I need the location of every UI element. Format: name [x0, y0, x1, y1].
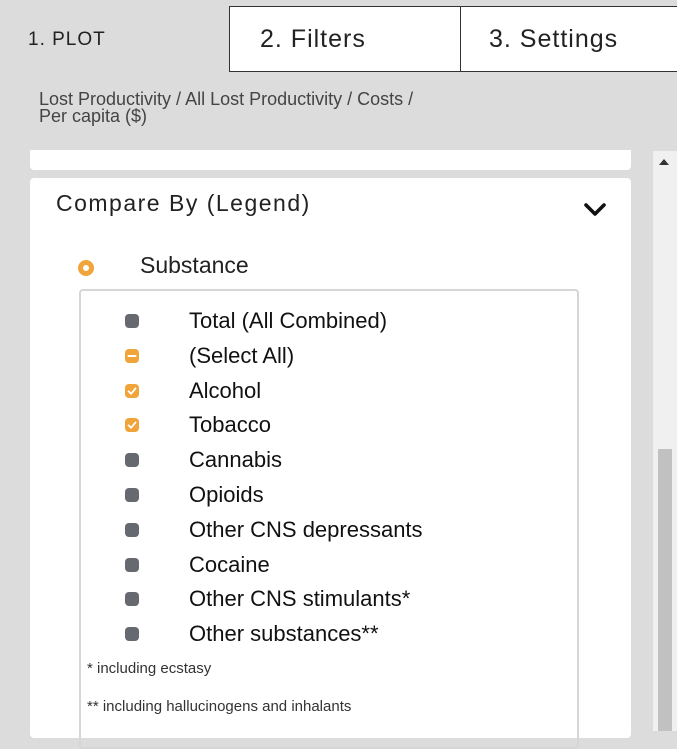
tab-settings-label: 3. Settings: [489, 24, 619, 53]
footnote-ecstasy: * including ecstasy: [87, 660, 212, 677]
footnote-hallucinogens: ** including hallucinogens and inhalants: [87, 698, 352, 715]
checkbox-unchecked-icon[interactable]: [125, 522, 139, 537]
checkbox-item[interactable]: Cannabis: [125, 444, 282, 476]
breadcrumb-line-2: Per capita ($): [39, 106, 148, 126]
checkbox-label: Opioids: [189, 482, 264, 507]
checkbox-label: Total (All Combined): [189, 308, 388, 333]
checkbox-partial-icon[interactable]: [125, 348, 139, 363]
checkbox-unchecked-icon[interactable]: [125, 453, 139, 468]
checkbox-item[interactable]: Opioids: [125, 479, 264, 511]
panel-title: Compare By (Legend): [56, 190, 311, 216]
collapsed-panel: [30, 150, 631, 170]
checkbox-checked-icon[interactable]: [125, 383, 139, 398]
breadcrumb: Lost Productivity / All Lost Productivit…: [39, 90, 599, 126]
tab-divider: [229, 71, 677, 72]
tab-settings[interactable]: 3. Settings: [460, 6, 677, 72]
radio-substance[interactable]: Substance: [78, 252, 249, 279]
tab-filters-label: 2. Filters: [260, 24, 366, 53]
checkbox-label: (Select All): [189, 342, 295, 368]
chevron-down-icon[interactable]: [583, 200, 607, 220]
checkbox-unchecked-icon[interactable]: [125, 592, 139, 607]
checkbox-item[interactable]: Other CNS stimulants*: [125, 583, 410, 615]
checkbox-item[interactable]: Total (All Combined): [125, 305, 387, 337]
checkbox-unchecked-icon[interactable]: [125, 627, 139, 642]
tab-bar: 1. PLOT 2. Filters 3. Settings: [0, 0, 677, 72]
substance-list: * including ecstasy ** including halluci…: [79, 289, 579, 749]
radio-substance-label: Substance: [140, 252, 249, 278]
checkbox-label: Other CNS depressants: [189, 516, 423, 542]
checkbox-item[interactable]: Cocaine: [125, 549, 270, 581]
checkbox-unchecked-icon[interactable]: [125, 314, 139, 328]
checkbox-label: Cocaine: [189, 551, 270, 577]
compare-by-panel: Compare By (Legend) Substance * includin…: [30, 178, 631, 749]
scrollbar[interactable]: [653, 151, 677, 731]
checkbox-label: Other CNS stimulants*: [189, 586, 411, 612]
tab-plot[interactable]: 1. PLOT: [0, 6, 230, 72]
checkbox-label: Tobacco: [189, 412, 271, 438]
checkbox-item[interactable]: Other substances**: [125, 618, 379, 650]
radio-selected-icon[interactable]: [78, 259, 94, 276]
checkbox-label: Alcohol: [189, 377, 262, 403]
checkbox-unchecked-icon[interactable]: [125, 557, 139, 572]
checkbox-unchecked-icon[interactable]: [125, 488, 139, 502]
checkbox-item[interactable]: Tobacco: [125, 409, 271, 441]
tab-plot-label: 1. PLOT: [28, 28, 106, 50]
checkbox-item[interactable]: (Select All): [125, 340, 294, 372]
checkbox-item[interactable]: Other CNS depressants: [125, 514, 423, 546]
checkbox-checked-icon[interactable]: [125, 418, 139, 433]
scroll-thumb[interactable]: [658, 449, 672, 731]
checkbox-item[interactable]: Alcohol: [125, 375, 261, 407]
checkbox-label: Cannabis: [189, 447, 282, 473]
tab-filters[interactable]: 2. Filters: [229, 6, 461, 72]
scroll-up-arrow-icon[interactable]: [659, 159, 669, 165]
checkbox-label: Other substances**: [189, 621, 379, 647]
